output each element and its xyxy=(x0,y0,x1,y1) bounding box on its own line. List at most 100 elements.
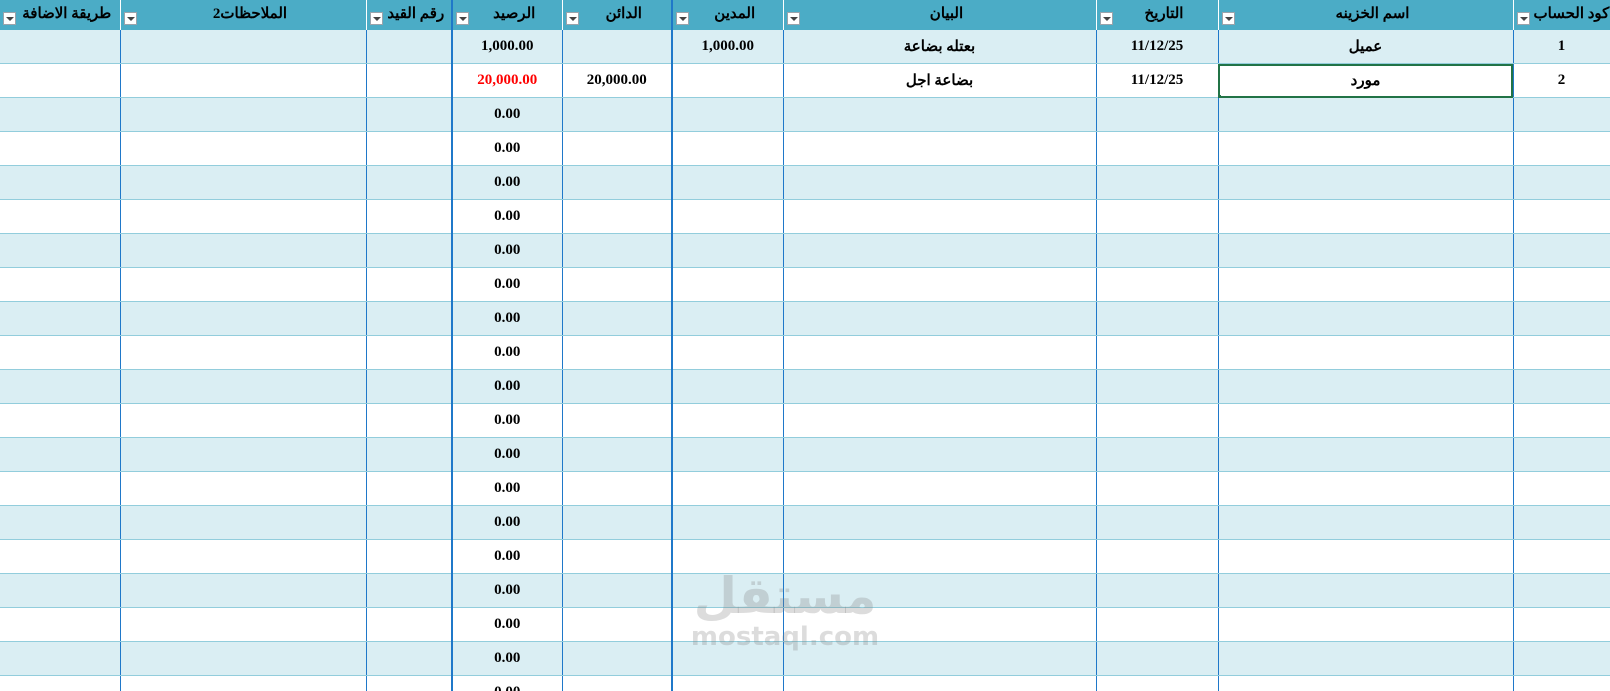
cell-account-code[interactable] xyxy=(1513,471,1610,506)
column-header-debit[interactable]: المدين xyxy=(671,0,784,30)
cell-debit[interactable]: 1,000.00 xyxy=(671,30,784,64)
cell-date[interactable] xyxy=(1096,97,1219,132)
cell-balance[interactable]: 0.00 xyxy=(451,471,563,506)
cell-safe-name[interactable] xyxy=(1218,131,1514,166)
filter-dropdown-icon[interactable] xyxy=(369,12,383,25)
cell-balance[interactable]: 0.00 xyxy=(451,335,563,370)
cell-notes[interactable] xyxy=(120,607,367,642)
cell-safe-name[interactable] xyxy=(1218,675,1514,691)
filter-dropdown-icon[interactable] xyxy=(676,12,689,25)
column-header-balance[interactable]: الرصيد xyxy=(451,0,563,30)
cell-notes[interactable] xyxy=(120,97,367,132)
column-header-date[interactable]: التاريخ xyxy=(1096,0,1219,30)
cell-entry-no[interactable] xyxy=(366,641,453,676)
cell-method[interactable] xyxy=(0,607,121,642)
cell-debit[interactable] xyxy=(671,131,784,166)
cell-balance[interactable]: 0.00 xyxy=(451,233,563,268)
cell-entry-no[interactable] xyxy=(366,63,453,98)
cell-notes[interactable] xyxy=(120,437,367,472)
cell-statement[interactable] xyxy=(783,573,1097,608)
cell-safe-name[interactable] xyxy=(1218,165,1514,200)
cell-method[interactable] xyxy=(0,369,121,404)
cell-method[interactable] xyxy=(0,403,121,438)
cell-debit[interactable] xyxy=(671,97,784,132)
cell-notes[interactable] xyxy=(120,675,367,691)
filter-dropdown-icon[interactable] xyxy=(565,12,579,25)
cell-entry-no[interactable] xyxy=(366,97,453,132)
cell-safe-name[interactable] xyxy=(1218,369,1514,404)
cell-balance[interactable]: 0.00 xyxy=(451,437,563,472)
cell-entry-no[interactable] xyxy=(366,403,453,438)
cell-account-code[interactable] xyxy=(1513,675,1610,691)
cell-entry-no[interactable] xyxy=(366,199,453,234)
cell-balance[interactable]: 0.00 xyxy=(451,301,563,336)
cell-balance[interactable]: 0.00 xyxy=(451,165,563,200)
cell-safe-name[interactable] xyxy=(1218,335,1514,370)
cell-balance[interactable]: 0.00 xyxy=(451,505,563,540)
cell-balance[interactable]: 0.00 xyxy=(451,199,563,234)
cell-entry-no[interactable] xyxy=(366,675,453,691)
cell-statement[interactable] xyxy=(783,335,1097,370)
cell-entry-no[interactable] xyxy=(366,369,453,404)
cell-statement[interactable] xyxy=(783,539,1097,574)
cell-entry-no[interactable] xyxy=(366,573,453,608)
cell-notes[interactable] xyxy=(120,165,367,200)
cell-statement[interactable] xyxy=(783,403,1097,438)
cell-date[interactable] xyxy=(1096,675,1219,691)
cell-credit[interactable] xyxy=(562,403,673,438)
cell-entry-no[interactable] xyxy=(366,165,453,200)
cell-date[interactable] xyxy=(1096,573,1219,608)
cell-credit[interactable] xyxy=(562,505,673,540)
cell-debit[interactable] xyxy=(671,301,784,336)
cell-credit[interactable] xyxy=(562,607,673,642)
cell-credit[interactable] xyxy=(562,335,673,370)
cell-account-code[interactable] xyxy=(1513,165,1610,200)
cell-safe-name[interactable] xyxy=(1218,437,1514,472)
cell-account-code[interactable] xyxy=(1513,403,1610,438)
column-header-entry-no[interactable]: رقم القيد xyxy=(366,0,453,30)
cell-notes[interactable] xyxy=(120,641,367,676)
cell-method[interactable] xyxy=(0,30,121,64)
cell-date[interactable]: 11/12/25 xyxy=(1096,30,1219,64)
cell-safe-name[interactable] xyxy=(1218,471,1514,506)
cell-account-code[interactable] xyxy=(1513,199,1610,234)
cell-safe-name[interactable]: عميل xyxy=(1218,30,1514,64)
cell-entry-no[interactable] xyxy=(366,30,453,64)
cell-debit[interactable] xyxy=(671,165,784,200)
column-header-credit[interactable]: الدائن xyxy=(562,0,673,30)
cell-method[interactable] xyxy=(0,335,121,370)
cell-statement[interactable] xyxy=(783,437,1097,472)
cell-statement[interactable] xyxy=(783,301,1097,336)
filter-dropdown-icon[interactable] xyxy=(123,12,137,25)
cell-safe-name[interactable] xyxy=(1218,641,1514,676)
cell-credit[interactable] xyxy=(562,233,673,268)
filter-dropdown-icon[interactable] xyxy=(786,12,800,25)
cell-debit[interactable] xyxy=(671,539,784,574)
cell-statement[interactable] xyxy=(783,505,1097,540)
cell-debit[interactable] xyxy=(671,267,784,302)
cell-balance[interactable]: 1,000.00 xyxy=(451,30,563,64)
cell-date[interactable] xyxy=(1096,539,1219,574)
cell-method[interactable] xyxy=(0,675,121,691)
cell-credit[interactable] xyxy=(562,471,673,506)
cell-date[interactable] xyxy=(1096,505,1219,540)
cell-debit[interactable] xyxy=(671,471,784,506)
cell-debit[interactable] xyxy=(671,437,784,472)
cell-account-code[interactable] xyxy=(1513,301,1610,336)
cell-entry-no[interactable] xyxy=(366,539,453,574)
cell-balance[interactable]: 20,000.00 xyxy=(451,63,563,98)
cell-credit[interactable] xyxy=(562,437,673,472)
cell-method[interactable] xyxy=(0,437,121,472)
column-header-method[interactable]: طريقة الاضافة xyxy=(0,0,121,30)
cell-account-code[interactable] xyxy=(1513,573,1610,608)
cell-statement[interactable] xyxy=(783,165,1097,200)
cell-account-code[interactable] xyxy=(1513,267,1610,302)
cell-safe-name[interactable]: مورد xyxy=(1218,63,1514,98)
cell-balance[interactable]: 0.00 xyxy=(451,403,563,438)
cell-method[interactable] xyxy=(0,63,121,98)
cell-method[interactable] xyxy=(0,97,121,132)
cell-date[interactable] xyxy=(1096,641,1219,676)
cell-date[interactable] xyxy=(1096,403,1219,438)
cell-account-code[interactable] xyxy=(1513,369,1610,404)
cell-balance[interactable]: 0.00 xyxy=(451,607,563,642)
